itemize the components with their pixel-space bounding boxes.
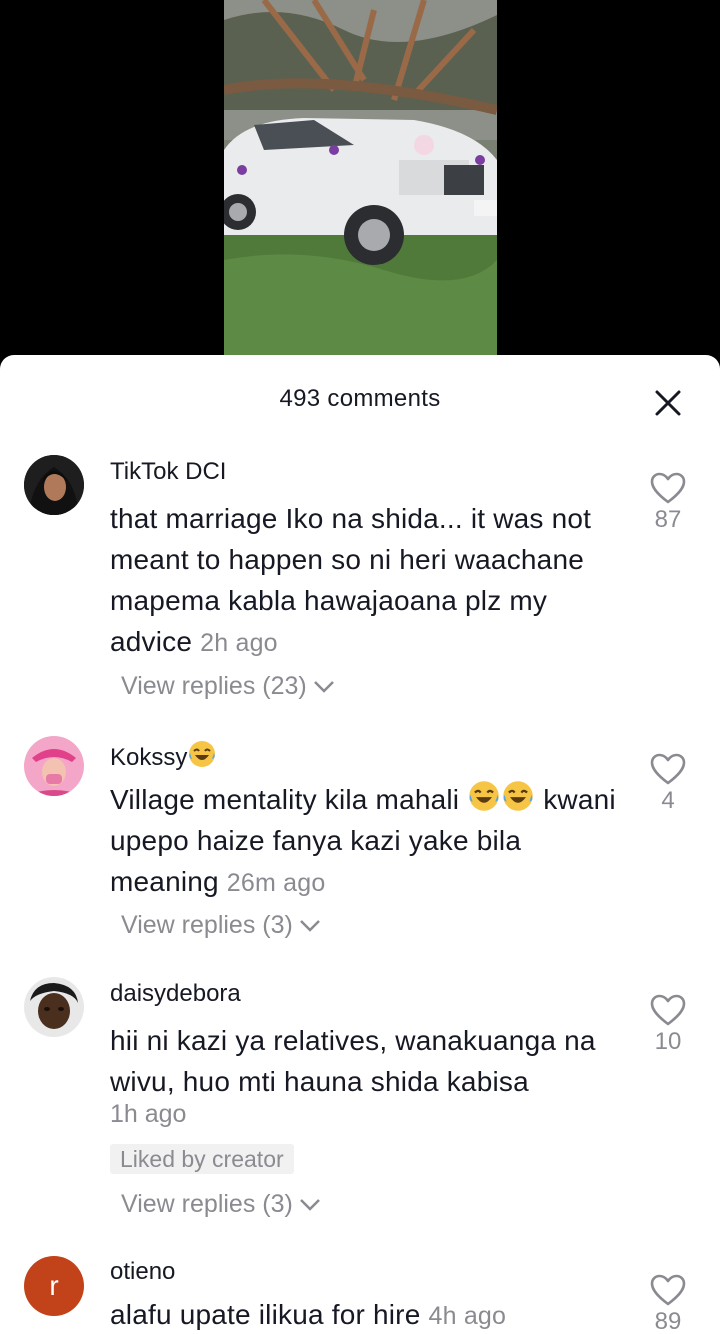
comments-sheet: 493 comments TikTok DCI that marriage Ik… — [0, 355, 720, 1334]
laughing-tears-emoji-icon — [503, 781, 533, 811]
avatar-letter: r — [49, 1270, 59, 1301]
chevron-down-icon — [299, 919, 320, 932]
view-replies-label: View replies (23) — [121, 672, 307, 700]
comment-text: that marriage Iko na shida... it was not… — [110, 498, 630, 664]
comment-username-text: Kokssy — [110, 744, 188, 771]
comment-item: TikTok DCI that marriage Iko na shida...… — [0, 450, 720, 710]
heart-outline-icon — [650, 994, 686, 1026]
avatar[interactable] — [24, 736, 84, 796]
comment-time: 1h ago — [110, 1100, 187, 1128]
heart-outline-icon — [650, 753, 686, 785]
view-replies-label: View replies (3) — [121, 911, 293, 939]
like-button[interactable]: 4 — [640, 753, 696, 815]
heart-outline-icon — [650, 472, 686, 504]
comment-text: hii ni kazi ya relatives, wanakuanga na … — [110, 1020, 630, 1102]
comment-text: alafu upate ilikua for hire 4h ago — [110, 1294, 630, 1334]
close-icon — [655, 390, 681, 416]
comment-text-content: hii ni kazi ya relatives, wanakuanga na … — [110, 1025, 596, 1097]
avatar[interactable] — [24, 455, 84, 515]
like-button[interactable]: 89 — [640, 1274, 696, 1334]
chevron-down-icon — [299, 1198, 320, 1211]
comment-username[interactable]: daisydebora — [110, 980, 241, 1008]
comment-item: Kokssy Village mentality kila mahali kwa… — [0, 731, 720, 951]
view-replies-button[interactable]: View replies (3) — [121, 1190, 321, 1219]
video-thumbnail — [224, 0, 497, 360]
comment-time: 2h ago — [200, 629, 278, 657]
comment-username[interactable]: Kokssy — [110, 739, 217, 772]
comment-username[interactable]: TikTok DCI — [110, 458, 226, 486]
like-count: 4 — [661, 787, 675, 814]
comment-text: Village mentality kila mahali kwani upep… — [110, 779, 630, 904]
like-count: 89 — [654, 1308, 682, 1334]
view-replies-button[interactable]: View replies (23) — [121, 672, 335, 701]
chevron-down-icon — [313, 680, 334, 693]
comment-text-content: that marriage Iko na shida... it was not… — [110, 503, 592, 657]
avatar[interactable]: r — [24, 1256, 84, 1316]
view-replies-button[interactable]: View replies (3) — [121, 911, 321, 940]
comment-time: 4h ago — [428, 1302, 507, 1330]
comment-text-content: alafu upate ilikua for hire — [110, 1299, 421, 1330]
like-count: 10 — [654, 1028, 682, 1055]
comment-username[interactable]: otieno — [110, 1258, 175, 1286]
comment-item: r otieno alafu upate ilikua for hire 4h … — [0, 1252, 720, 1334]
comment-text-content: Village mentality kila mahali — [110, 784, 460, 815]
video-player[interactable] — [0, 0, 720, 360]
close-button[interactable] — [648, 383, 688, 423]
comments-header: 493 comments — [0, 355, 720, 445]
laughing-tears-emoji-icon — [469, 781, 499, 811]
comment-item: daisydebora hii ni kazi ya relatives, wa… — [0, 972, 720, 1232]
avatar[interactable] — [24, 977, 84, 1037]
liked-by-creator-badge: Liked by creator — [110, 1144, 294, 1174]
like-button[interactable]: 10 — [640, 994, 696, 1056]
like-button[interactable]: 87 — [640, 472, 696, 534]
laughing-tears-emoji-icon — [189, 741, 216, 767]
comments-count-title: 493 comments — [279, 385, 441, 412]
comment-time: 26m ago — [226, 869, 326, 897]
like-count: 87 — [654, 506, 682, 533]
view-replies-label: View replies (3) — [121, 1190, 293, 1218]
heart-outline-icon — [650, 1274, 686, 1306]
